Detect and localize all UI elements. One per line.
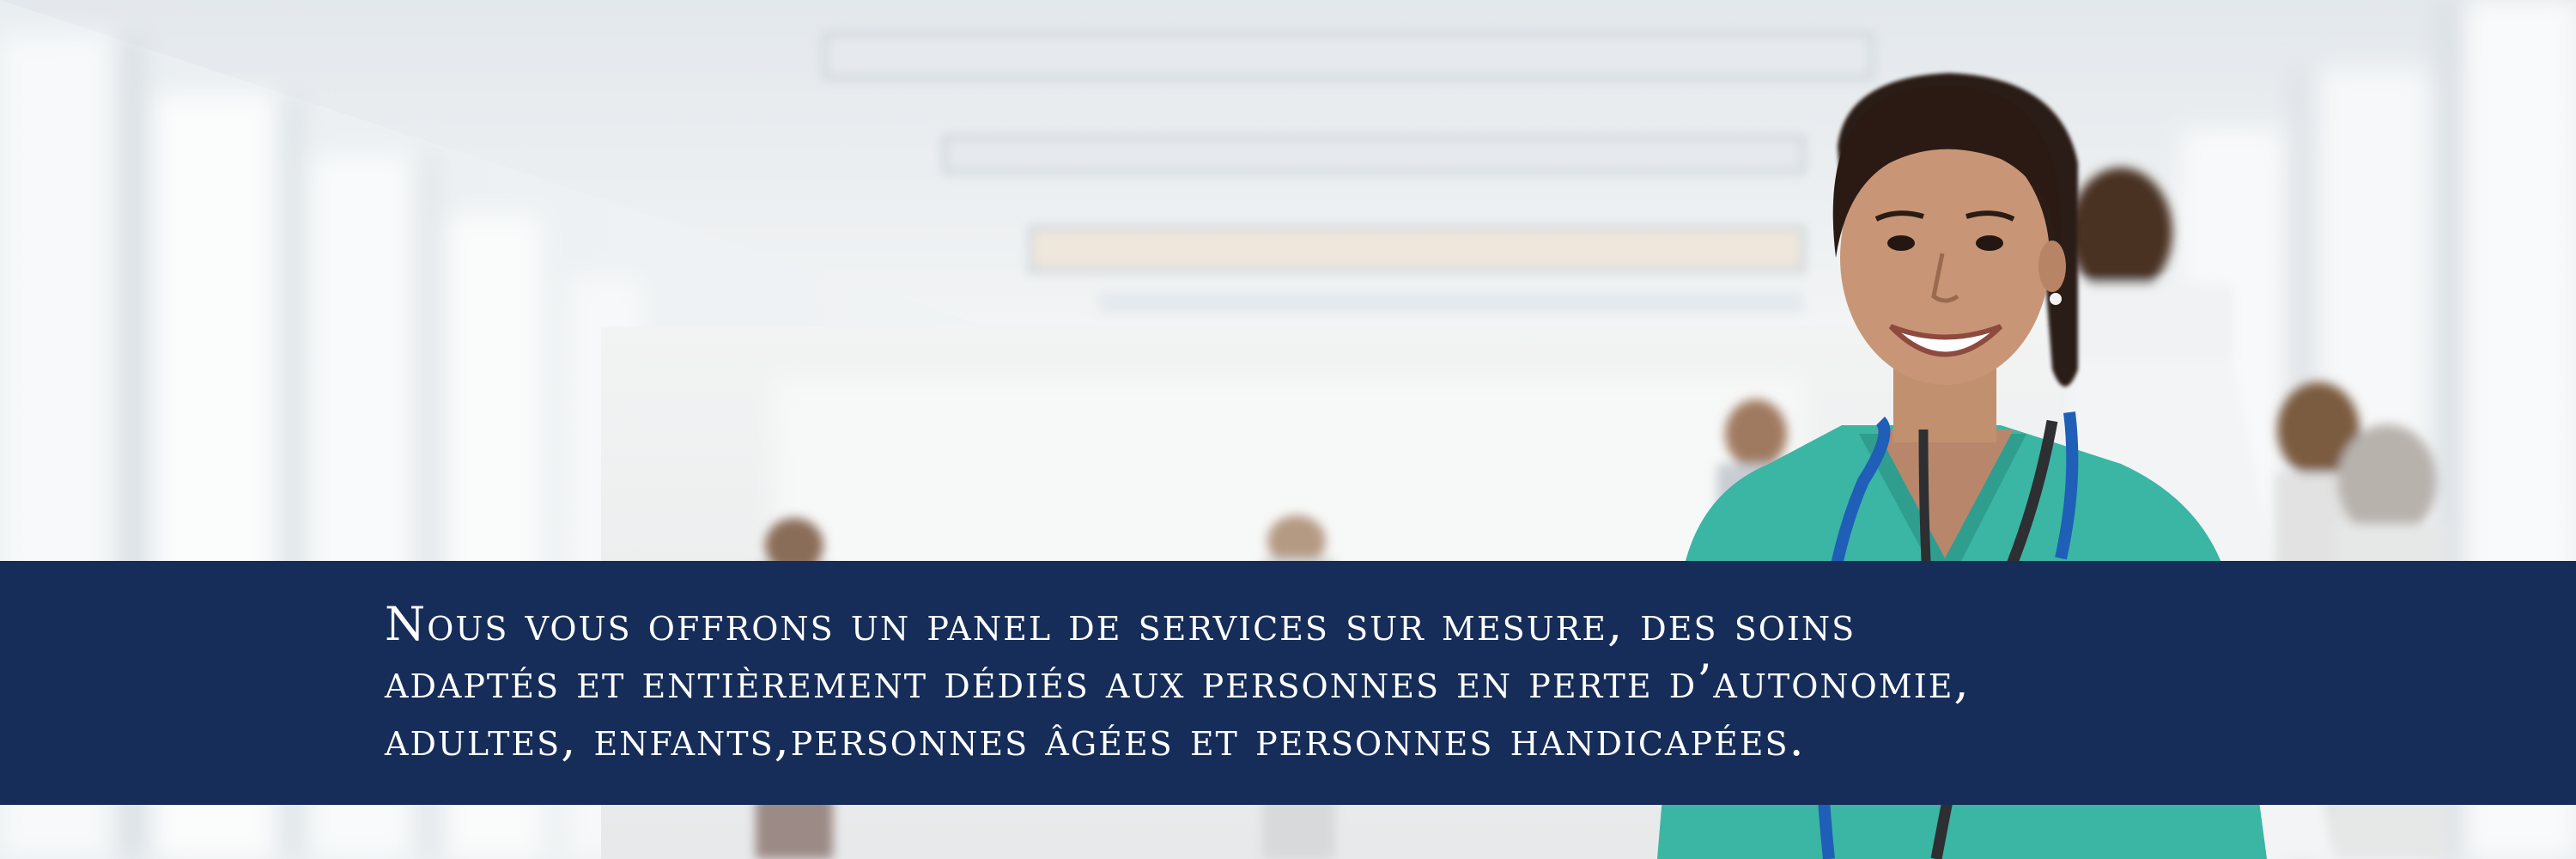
hero-banner: Nous vous offrons un panel de services s… (0, 0, 2576, 859)
tagline-line-1: Nous vous offrons un panel de services s… (385, 597, 1856, 651)
tagline-text: Nous vous offrons un panel de services s… (385, 595, 2274, 768)
tagline-line-2: adaptés et entièrement dédiés aux person… (385, 655, 1971, 709)
tagline-banner: Nous vous offrons un panel de services s… (0, 561, 2576, 805)
tagline-line-3: adultes, enfants,personnes âgées et pers… (385, 712, 1806, 766)
